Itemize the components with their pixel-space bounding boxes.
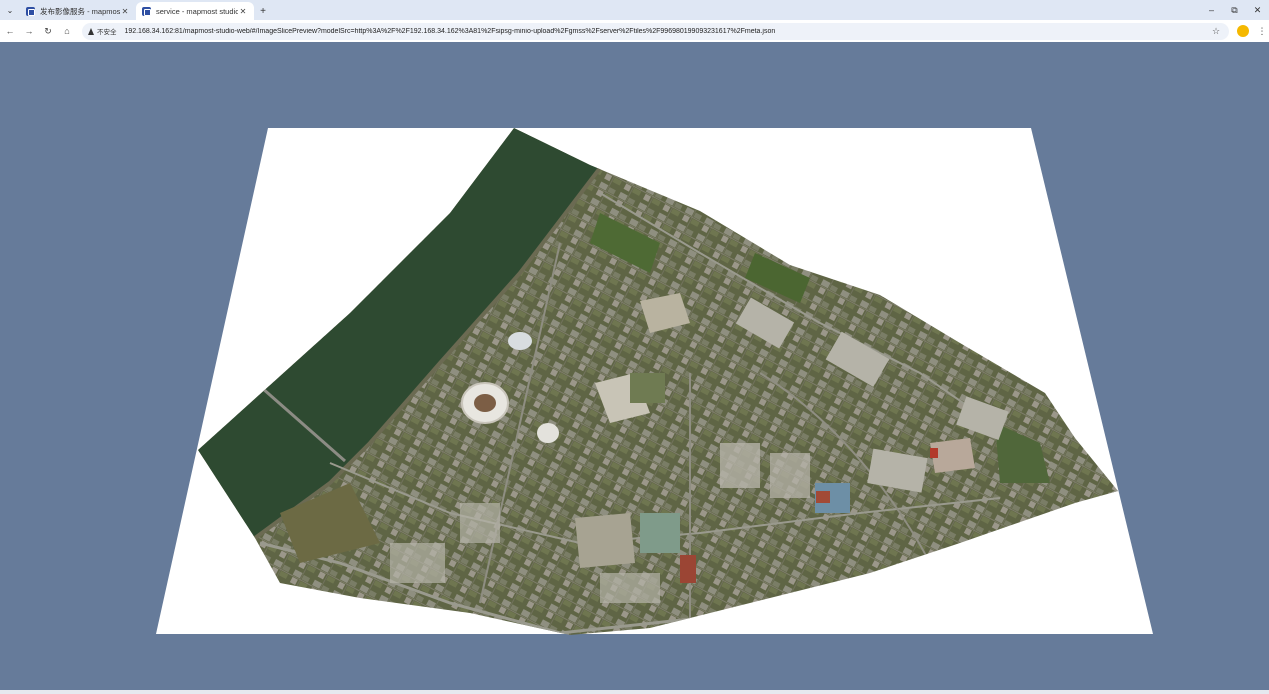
security-label: 不安全 — [96, 29, 117, 36]
restore-button[interactable]: ⧉ — [1223, 0, 1246, 20]
mapmost-favicon-icon — [142, 6, 151, 16]
map-canvas[interactable] — [0, 43, 1269, 690]
url-text[interactable]: 192.168.34.162:81/mapmost-studio-web/#/I… — [124, 28, 1209, 35]
forward-button[interactable]: → — [20, 22, 38, 40]
close-tab-icon[interactable]: ✕ — [238, 7, 248, 16]
address-bar[interactable]: 不安全 192.168.34.162:81/mapmost-studio-web… — [81, 22, 1230, 40]
tab-search-button[interactable]: ⌄ — [0, 0, 20, 20]
mapmost-favicon-icon — [26, 6, 35, 16]
warning-icon — [87, 27, 94, 35]
close-tab-icon[interactable]: ✕ — [120, 7, 130, 16]
bookmark-star-icon[interactable]: ☆ — [1209, 26, 1223, 37]
browser-menu-icon[interactable]: ⋮ — [1255, 26, 1269, 37]
window-controls: – ⧉ ✕ — [1200, 0, 1269, 20]
tab-service[interactable]: service - mapmost studio ✕ — [136, 2, 254, 20]
browser-toolbar: ← → ↻ ⌂ 不安全 192.168.34.162:81/mapmost-st… — [0, 20, 1269, 42]
back-button[interactable]: ← — [1, 22, 19, 40]
extension-icon[interactable] — [1237, 25, 1249, 37]
new-tab-button[interactable]: + — [254, 2, 272, 20]
map-viewer[interactable] — [0, 43, 1269, 690]
tab-strip: ⌄ 发布影像服务 - mapmost stu ✕ service - mapmo… — [0, 0, 1269, 20]
close-window-button[interactable]: ✕ — [1246, 0, 1269, 20]
tab-title: service - mapmost studio — [156, 6, 238, 16]
home-button[interactable]: ⌂ — [58, 22, 76, 40]
window-bottom-edge — [0, 690, 1269, 694]
tab-title: 发布影像服务 - mapmost stu — [40, 6, 120, 16]
arena — [508, 332, 532, 350]
reload-button[interactable]: ↻ — [39, 22, 57, 40]
gymnasium — [537, 423, 559, 443]
security-indicator[interactable]: 不安全 — [87, 26, 117, 36]
minimize-button[interactable]: – — [1200, 0, 1223, 20]
tab-publish-imagery[interactable]: 发布影像服务 - mapmost stu ✕ — [20, 2, 136, 20]
